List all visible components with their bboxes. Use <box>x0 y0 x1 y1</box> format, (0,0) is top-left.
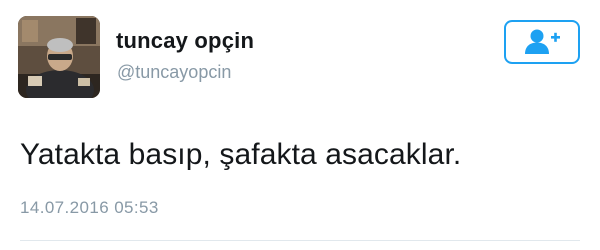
username-handle[interactable]: @tuncayopcin <box>117 62 231 83</box>
avatar[interactable] <box>18 16 100 98</box>
follow-button[interactable] <box>504 20 580 64</box>
tweet-text: Yatakta basıp, şafakta asacaklar. <box>20 138 462 171</box>
tweet-card: tuncay opçin @tuncayopcin Yatakta basıp,… <box>0 0 600 250</box>
add-user-icon <box>525 29 560 54</box>
avatar-image <box>18 16 100 98</box>
divider <box>20 240 580 241</box>
tweet-timestamp[interactable]: 14.07.2016 05:53 <box>20 198 159 218</box>
display-name[interactable]: tuncay opçin <box>116 28 254 54</box>
